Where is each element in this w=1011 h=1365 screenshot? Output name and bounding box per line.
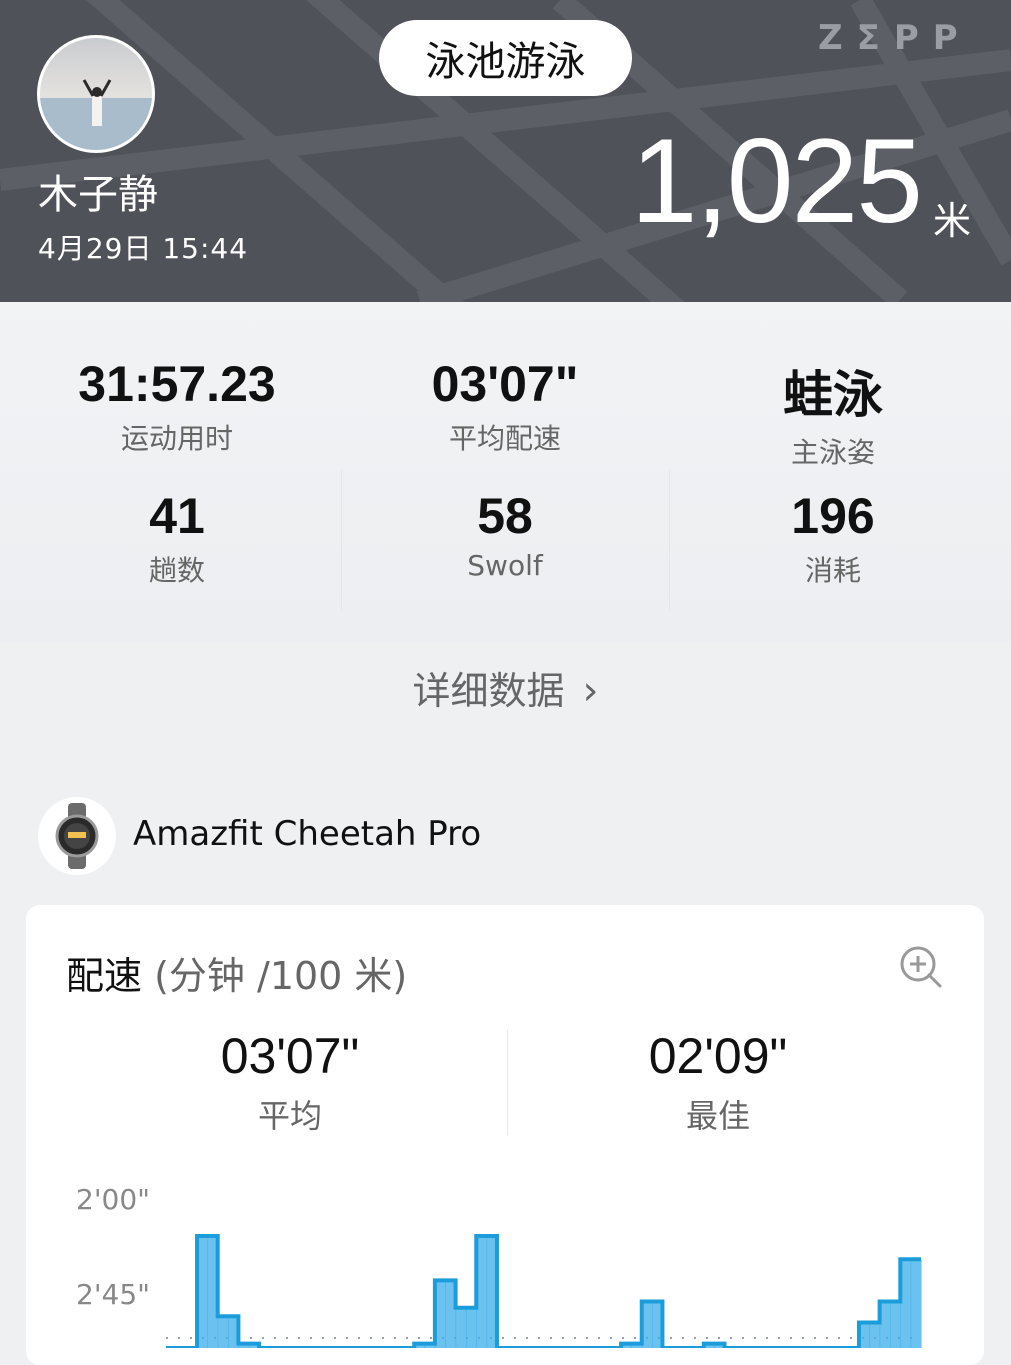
stat-divider xyxy=(341,470,342,610)
stat-calories: 196 消耗 xyxy=(668,487,998,589)
stat-value: 31:57.23 xyxy=(78,356,276,412)
stat-swolf: 58 Swolf xyxy=(340,487,670,582)
detailed-data-link[interactable]: 详细数据 › xyxy=(0,660,1011,715)
stat-stroke: 蛙泳 主泳姿 xyxy=(668,355,998,471)
stat-label: 主泳姿 xyxy=(790,436,875,469)
stat-value: 蛙泳 xyxy=(783,367,883,423)
stat-divider xyxy=(669,470,670,610)
stats-panel xyxy=(0,302,1011,642)
stat-label: Swolf xyxy=(467,549,543,582)
chart-bar xyxy=(455,1307,467,1348)
device-icon xyxy=(38,797,116,875)
stat-value: 196 xyxy=(791,488,875,544)
chart-bar xyxy=(869,1322,881,1348)
brand-logo: ZΣPP xyxy=(818,18,972,58)
activity-type-badge: 泳池游泳 xyxy=(379,20,632,96)
pace-card: 配速 (分钟 /100 米) 03'07" 平均 02'09" 最佳 2'00"… xyxy=(26,905,984,1365)
chart-bar xyxy=(217,1316,229,1348)
distance-unit: 米 xyxy=(933,199,972,243)
chart-bar xyxy=(889,1301,901,1348)
detailed-data-label: 详细数据 xyxy=(412,669,565,713)
distance-value: 1,025 xyxy=(630,114,923,248)
stat-label: 运动用时 xyxy=(120,422,233,455)
user-avatar[interactable] xyxy=(37,35,155,153)
workout-header: 木子静 4月29日 15:44 泳池游泳 ZΣPP 1,025 米 xyxy=(0,0,1011,302)
stat-value: 41 xyxy=(149,488,205,544)
stat-value: 58 xyxy=(477,488,533,544)
watch-icon xyxy=(55,803,99,869)
chart-bar xyxy=(465,1307,477,1348)
stat-avg-pace: 03'07" 平均配速 xyxy=(340,355,670,457)
stat-duration: 31:57.23 运动用时 xyxy=(12,355,342,457)
pace-chart xyxy=(166,1234,922,1348)
workout-datetime: 4月29日 15:44 xyxy=(38,232,249,265)
chevron-right-icon: › xyxy=(582,668,599,714)
device-name: Amazfit Cheetah Pro xyxy=(133,814,482,854)
stat-laps: 41 趟数 xyxy=(12,487,342,589)
stat-value: 03'07" xyxy=(431,356,579,412)
user-name: 木子静 xyxy=(38,172,158,218)
stat-label: 平均配速 xyxy=(448,422,561,455)
chart-bar xyxy=(910,1259,922,1348)
chart-line xyxy=(166,1234,921,1348)
stat-label: 消耗 xyxy=(804,554,861,587)
avatar-photo-icon xyxy=(40,79,152,150)
stat-label: 趟数 xyxy=(148,554,205,587)
